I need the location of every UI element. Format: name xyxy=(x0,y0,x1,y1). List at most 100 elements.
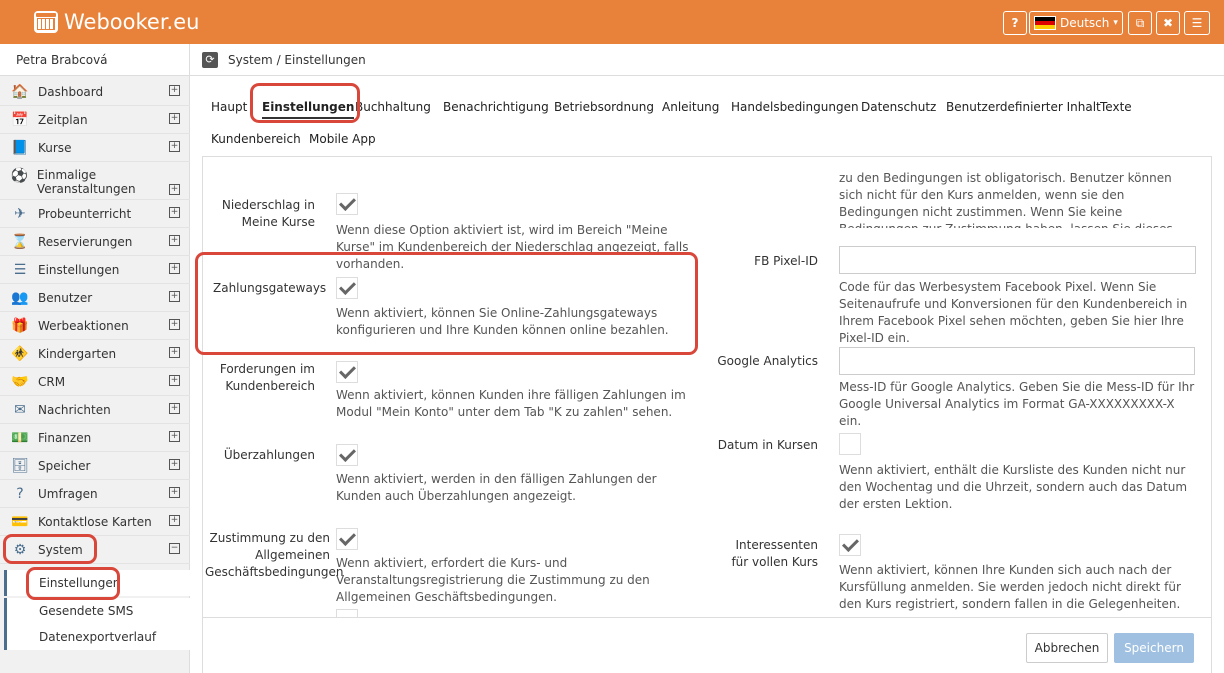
tab-anleitung[interactable]: Anleitung xyxy=(662,100,719,114)
expand-icon[interactable]: + xyxy=(169,487,180,498)
tab-texte[interactable]: Texte xyxy=(1100,100,1132,114)
expand-icon[interactable]: + xyxy=(169,347,180,358)
tab-einstellungen[interactable]: Einstellungen xyxy=(262,100,355,119)
sidebar-system-icon: ⚙ xyxy=(13,541,27,558)
sidebar-item-label: Kurse xyxy=(38,140,72,155)
save-button[interactable]: Speichern xyxy=(1114,633,1194,663)
close-button[interactable]: ✖ xyxy=(1156,11,1180,35)
sidebar-item-finanzen[interactable]: 💵 Finanzen + xyxy=(0,424,190,452)
expand-icon[interactable]: + xyxy=(169,113,180,124)
expand-icon[interactable]: + xyxy=(169,263,180,274)
tab-benachrichtigung[interactable]: Benachrichtigung xyxy=(443,100,549,114)
fb-pixel-input[interactable] xyxy=(839,246,1196,274)
sidebar-einstellungen-icon: ☰ xyxy=(13,261,27,278)
sidebar-item-umfragen[interactable]: ? Umfragen + xyxy=(0,480,190,508)
checkbox-datum-in-kursen[interactable] xyxy=(839,433,861,455)
sidebar-item-label: Probeunterricht xyxy=(38,206,132,221)
sidebar-probeunterricht-icon: ✈ xyxy=(14,205,26,222)
checkbox-forderungen[interactable] xyxy=(336,361,358,383)
tab-benutzerdefinierter-inhalt[interactable]: Benutzerdefinierter Inhalt xyxy=(946,100,1101,114)
external-link-icon: ⧉ xyxy=(1135,15,1145,30)
label-google-analytics: Google Analytics xyxy=(717,354,818,368)
sidebar-item-speicher[interactable]: 🗄 Speicher + xyxy=(0,452,190,480)
cancel-button[interactable]: Abbrechen xyxy=(1026,633,1108,663)
sidebar-subitem-datenexportverlauf[interactable]: Datenexportverlauf xyxy=(4,624,190,650)
sidebar-subitem-label: Einstellungen xyxy=(39,576,121,590)
desc-interessenten: Wenn aktiviert, können Ihre Kunden sich … xyxy=(839,563,1181,611)
sidebar-item-system[interactable]: ⚙ System − xyxy=(0,536,190,564)
sidebar-item-benutzer[interactable]: 👥 Benutzer + xyxy=(0,284,190,312)
label-niederschlag: Niederschlag in Meine Kurse xyxy=(221,198,315,229)
menu-button[interactable]: ☰ xyxy=(1184,11,1210,35)
sidebar-item-kontaktlose-karten[interactable]: 💳 Kontaktlose Karten + xyxy=(0,508,190,536)
checkbox-zahlungsgateways[interactable] xyxy=(336,277,358,299)
sidebar-werbeaktionen-icon: 🎁 xyxy=(11,317,29,334)
sidebar-item-label: Zeitplan xyxy=(38,112,88,127)
language-label: Deutsch xyxy=(1060,16,1110,30)
checkbox-interessenten[interactable] xyxy=(839,534,861,556)
desc-bedingungen-continued: zu den Bedingungen ist obligatorisch. Be… xyxy=(839,171,1173,228)
sidebar-item-einstellungen[interactable]: ☰ Einstellungen + xyxy=(0,256,190,284)
sidebar-item-crm[interactable]: 🤝 CRM + xyxy=(0,368,190,396)
help-button[interactable]: ? xyxy=(1003,11,1027,35)
sidebar-item-reservierungen[interactable]: ⌛ Reservierungen + xyxy=(0,228,190,256)
desc-fb-pixel: Code für das Werbesystem Facebook Pixel.… xyxy=(839,280,1188,345)
sidebar-reservierungen-icon: ⌛ xyxy=(11,233,29,250)
expand-icon[interactable]: + xyxy=(169,291,180,302)
expand-icon[interactable]: − xyxy=(169,543,180,554)
language-select[interactable]: Deutsch ▾ xyxy=(1029,11,1123,35)
expand-icon[interactable]: + xyxy=(169,207,180,218)
desc-zustimmung: Wenn aktiviert, erfordert die Kurs- und … xyxy=(336,556,650,604)
user-name[interactable]: Petra Brabcová xyxy=(0,44,189,76)
sidebar-item-label: Werbeaktionen xyxy=(38,318,129,333)
expand-icon[interactable]: + xyxy=(169,235,180,246)
tab-datenschutz[interactable]: Datenschutz xyxy=(861,100,936,114)
tab-betriebsordnung[interactable]: Betriebsordnung xyxy=(554,100,654,114)
sidebar-item-label: Speicher xyxy=(38,458,91,473)
tab-handelsbedingungen[interactable]: Handelsbedingungen xyxy=(731,100,859,114)
sidebar-item-einmalige-veranstaltungen[interactable]: ⚽ Einmalige Veranstaltungen + xyxy=(0,162,190,200)
expand-icon[interactable]: + xyxy=(169,85,180,96)
calendar-icon xyxy=(34,11,58,33)
sidebar-item-label: Finanzen xyxy=(38,430,92,445)
expand-icon[interactable]: + xyxy=(169,319,180,330)
expand-icon[interactable]: + xyxy=(169,459,180,470)
desc-datum-in-kursen: Wenn aktiviert, enthält die Kursliste de… xyxy=(839,463,1188,511)
label-datum-in-kursen: Datum in Kursen xyxy=(717,438,818,452)
refresh-icon[interactable]: ⟳ xyxy=(202,51,218,68)
expand-icon[interactable]: + xyxy=(169,141,180,152)
sidebar-item-dashboard[interactable]: 🏠 Dashboard + xyxy=(0,78,190,106)
google-analytics-input[interactable] xyxy=(839,347,1195,375)
tab-haupt[interactable]: Haupt xyxy=(211,100,247,114)
sidebar-item-kurse[interactable]: 📘 Kurse + xyxy=(0,134,190,162)
sidebar-subitem-label: Gesendete SMS xyxy=(39,604,134,618)
tab-buchhaltung[interactable]: Buchhaltung xyxy=(355,100,431,114)
desc-niederschlag: Wenn diese Option aktiviert ist, wird im… xyxy=(336,223,689,271)
sidebar-item-label: Umfragen xyxy=(38,486,98,501)
sidebar-subitem-gesendete-sms[interactable]: Gesendete SMS xyxy=(4,598,190,624)
sidebar-umfragen-icon: ? xyxy=(16,485,24,502)
checkbox-ueberzahlungen[interactable] xyxy=(336,444,358,466)
settings-panel: Niederschlag in Meine Kurse Wenn diese O… xyxy=(202,156,1212,673)
sidebar-item-nachrichten[interactable]: ✉ Nachrichten + xyxy=(0,396,190,424)
tab-mobile-app[interactable]: Mobile App xyxy=(309,132,376,146)
external-link-button[interactable]: ⧉ xyxy=(1128,11,1152,35)
sidebar-zeitplan-icon: 📅 xyxy=(11,111,29,128)
logo-text: Webooker.eu xyxy=(64,10,200,34)
expand-icon[interactable]: + xyxy=(169,184,180,195)
sidebar-item-kindergarten[interactable]: 🚸 Kindergarten + xyxy=(0,340,190,368)
desc-forderungen: Wenn aktiviert, können Kunden ihre fälli… xyxy=(336,388,686,419)
tab-kundenbereich[interactable]: Kundenbereich xyxy=(211,132,301,146)
sidebar-subitem-einstellungen[interactable]: Einstellungen xyxy=(4,570,190,596)
checkbox-niederschlag[interactable] xyxy=(336,193,358,215)
checkbox-zustimmung[interactable] xyxy=(336,528,358,550)
breadcrumb: ⟳ System / Einstellungen xyxy=(190,44,1224,76)
expand-icon[interactable]: + xyxy=(169,403,180,414)
expand-icon[interactable]: + xyxy=(169,515,180,526)
sidebar-item-zeitplan[interactable]: 📅 Zeitplan + xyxy=(0,106,190,134)
sidebar-item-probeunterricht[interactable]: ✈ Probeunterricht + xyxy=(0,200,190,228)
expand-icon[interactable]: + xyxy=(169,375,180,386)
logo[interactable]: Webooker.eu xyxy=(34,8,199,36)
sidebar-item-werbeaktionen[interactable]: 🎁 Werbeaktionen + xyxy=(0,312,190,340)
expand-icon[interactable]: + xyxy=(169,431,180,442)
